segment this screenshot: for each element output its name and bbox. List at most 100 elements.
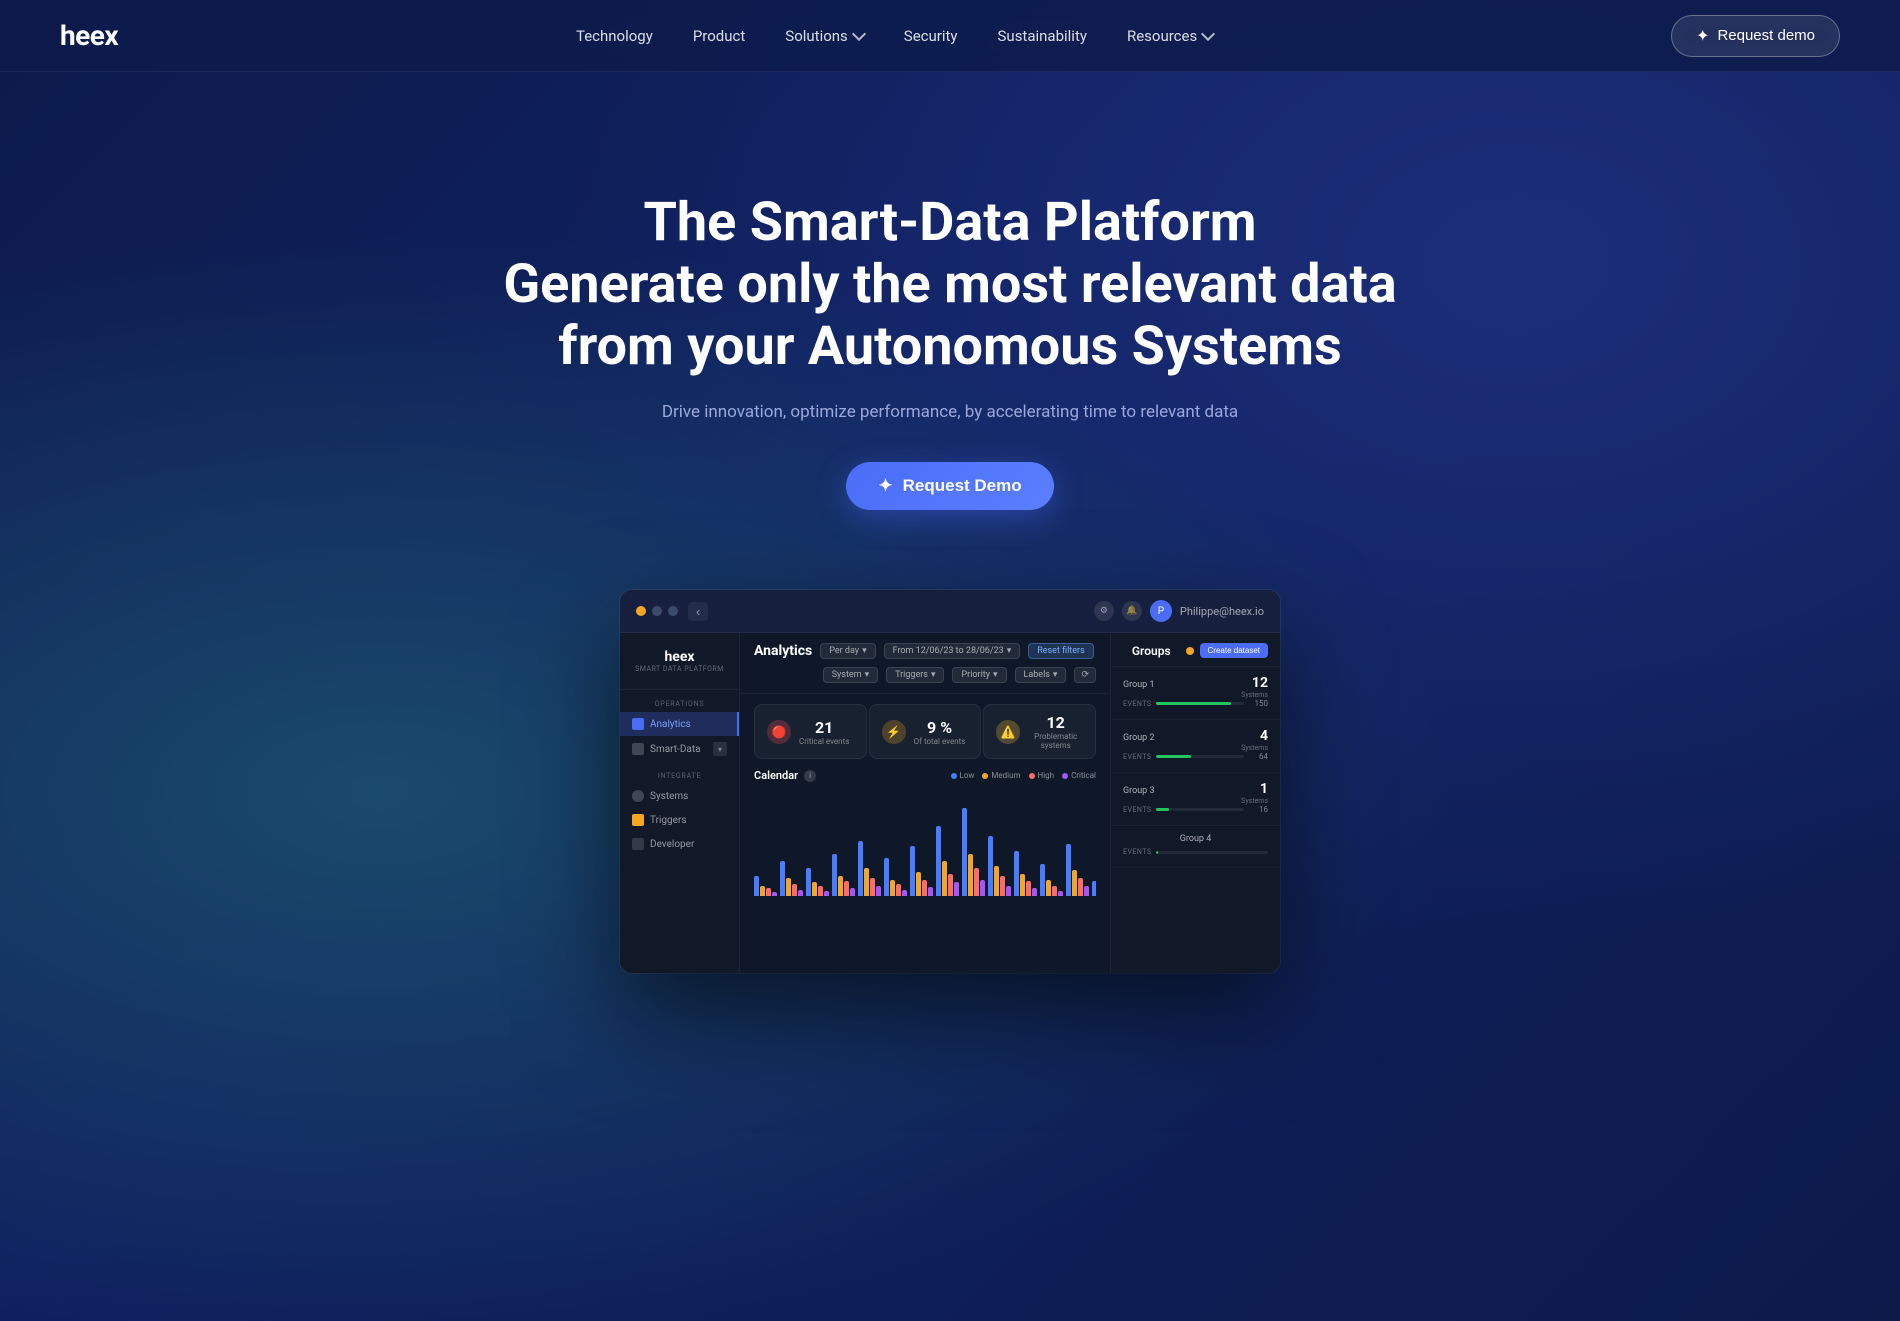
total-events-label: Of total events [914, 737, 966, 746]
dashboard-main: Analytics Per day ▾ From 12/06/23 to 28/… [740, 633, 1110, 973]
nav-sustainability[interactable]: Sustainability [998, 27, 1087, 45]
bar-group-1 [754, 876, 777, 896]
groups-indicator-dot [1186, 647, 1194, 655]
legend-critical: Critical [1062, 771, 1096, 780]
legend-medium-dot [982, 773, 988, 779]
hero-subtitle: Drive innovation, optimize performance, … [662, 402, 1238, 422]
sidebar-item-smart-data[interactable]: Smart-Data ▾ [620, 736, 739, 762]
reset-filters-button[interactable]: Reset filters [1028, 643, 1094, 659]
sidebar-section-integrate: INTEGRATE [620, 762, 739, 784]
critical-events-label: Critical events [799, 737, 849, 746]
developer-icon [632, 838, 644, 850]
group-item-2: Group 2 4 Systems EVENTS 64 [1111, 720, 1280, 773]
sidebar-item-developer[interactable]: Developer [620, 832, 739, 856]
triggers-icon [632, 814, 644, 826]
hero-title: The Smart-Data Platform Generate only th… [500, 192, 1400, 378]
dashboard-preview: ‹ ⚙ 🔔 P Philippe@heex.io heex SMART DATA… [620, 590, 1280, 973]
hero-cta-button[interactable]: ✦ Request Demo [846, 462, 1053, 510]
traffic-lights [636, 606, 678, 616]
sidebar-item-systems[interactable]: Systems [620, 784, 739, 808]
nav-product[interactable]: Product [693, 27, 745, 45]
stat-problematic-systems: ⚠️ 12 Problematic systems [983, 704, 1096, 759]
titlebar-right: ⚙ 🔔 P Philippe@heex.io [1094, 600, 1264, 622]
hero-section: The Smart-Data Platform Generate only th… [0, 72, 1900, 973]
bar-group-12 [1040, 864, 1063, 896]
smart-data-icon [632, 743, 644, 755]
user-email: Philippe@heex.io [1180, 605, 1264, 618]
group-item-3: Group 3 1 Systems EVENTS 16 [1111, 773, 1280, 826]
bar-group-2 [780, 861, 803, 896]
bar-group-9 [962, 808, 985, 896]
bar-medium [760, 886, 765, 896]
calendar-title: Calendar [754, 769, 798, 782]
legend-low: Low [951, 771, 975, 780]
groups-title: Groups [1123, 644, 1180, 658]
period-filter[interactable]: Per day ▾ [820, 643, 875, 659]
labels-filter[interactable]: Labels ▾ [1015, 667, 1067, 683]
refresh-filter[interactable]: ⟳ [1074, 667, 1096, 683]
legend-medium: Medium [982, 771, 1020, 780]
systems-icon [632, 790, 644, 802]
daterange-filter[interactable]: From 12/06/23 to 28/06/23 ▾ [884, 643, 1021, 659]
groups-panel: Groups Create dataset Group 1 12 Systems [1110, 633, 1280, 973]
bar-group-5 [858, 841, 881, 896]
back-button[interactable]: ‹ [688, 602, 708, 621]
settings-icon-circle[interactable]: ⚙ [1094, 601, 1114, 621]
resources-chevron-icon [1201, 27, 1215, 41]
calendar-legend: Low Medium High [951, 771, 1096, 780]
nav-request-demo-button[interactable]: ✦ Request demo [1671, 15, 1840, 57]
calendar-chart [754, 790, 1096, 900]
solutions-chevron-icon [852, 27, 866, 41]
legend-low-dot [951, 773, 957, 779]
total-events-icon: ⚡ [882, 720, 906, 744]
dashboard-body: heex SMART DATA PLATFORM OPERATIONS Anal… [620, 633, 1280, 973]
titlebar-dot-gray2 [668, 606, 678, 616]
bar-group-13 [1066, 844, 1089, 896]
create-dataset-button[interactable]: Create dataset [1200, 643, 1268, 658]
hero-cta-sparkle-icon: ✦ [878, 476, 892, 496]
problematic-systems-value: 12 [1028, 713, 1083, 732]
dashboard-sidebar: heex SMART DATA PLATFORM OPERATIONS Anal… [620, 633, 740, 973]
calendar-section: Calendar i Low Medium [740, 769, 1110, 910]
legend-critical-dot [1062, 773, 1068, 779]
titlebar-dot-gray1 [652, 606, 662, 616]
dashboard-titlebar: ‹ ⚙ 🔔 P Philippe@heex.io [620, 590, 1280, 633]
problematic-systems-icon: ⚠️ [996, 720, 1020, 744]
legend-high: High [1029, 771, 1055, 780]
nav-security[interactable]: Security [904, 27, 958, 45]
logo-text: heex [60, 19, 118, 52]
stats-row: 🔴 21 Critical events ⚡ 9 % Of total even… [740, 694, 1110, 769]
sidebar-logo: heex SMART DATA PLATFORM [620, 649, 739, 690]
bar-group-3 [806, 868, 829, 896]
bell-icon-circle[interactable]: 🔔 [1122, 601, 1142, 621]
bar-group-4 [832, 854, 855, 896]
analytics-title: Analytics [754, 643, 812, 659]
bar-low [754, 876, 759, 896]
nav-links: Technology Product Solutions Security Su… [576, 27, 1213, 45]
bar-group-8 [936, 826, 959, 896]
titlebar-dot-yellow [636, 606, 646, 616]
critical-events-value: 21 [799, 718, 849, 737]
sparkle-icon: ✦ [1696, 26, 1709, 46]
bar-critical [772, 892, 777, 896]
logo[interactable]: heex [60, 19, 118, 52]
sidebar-item-analytics[interactable]: Analytics [620, 712, 739, 736]
system-filter[interactable]: System ▾ [823, 667, 878, 683]
nav-resources[interactable]: Resources [1127, 27, 1213, 45]
bar-group-14 [1092, 881, 1096, 896]
triggers-filter[interactable]: Triggers ▾ [886, 667, 944, 683]
nav-solutions[interactable]: Solutions [785, 27, 864, 45]
navbar: heex Technology Product Solutions Securi… [0, 0, 1900, 72]
calendar-info-icon[interactable]: i [804, 770, 816, 782]
stat-critical-events: 🔴 21 Critical events [754, 704, 867, 759]
bar-high [766, 888, 771, 896]
sidebar-item-triggers[interactable]: Triggers [620, 808, 739, 832]
nav-technology[interactable]: Technology [576, 27, 653, 45]
group-item-4: Group 4 EVENTS [1111, 826, 1280, 868]
groups-header: Groups Create dataset [1111, 643, 1280, 667]
expand-icon[interactable]: ▾ [713, 742, 727, 756]
problematic-systems-label: Problematic systems [1028, 732, 1083, 750]
analytics-header: Analytics Per day ▾ From 12/06/23 to 28/… [740, 633, 1110, 694]
legend-high-dot [1029, 773, 1035, 779]
priority-filter[interactable]: Priority ▾ [952, 667, 1006, 683]
